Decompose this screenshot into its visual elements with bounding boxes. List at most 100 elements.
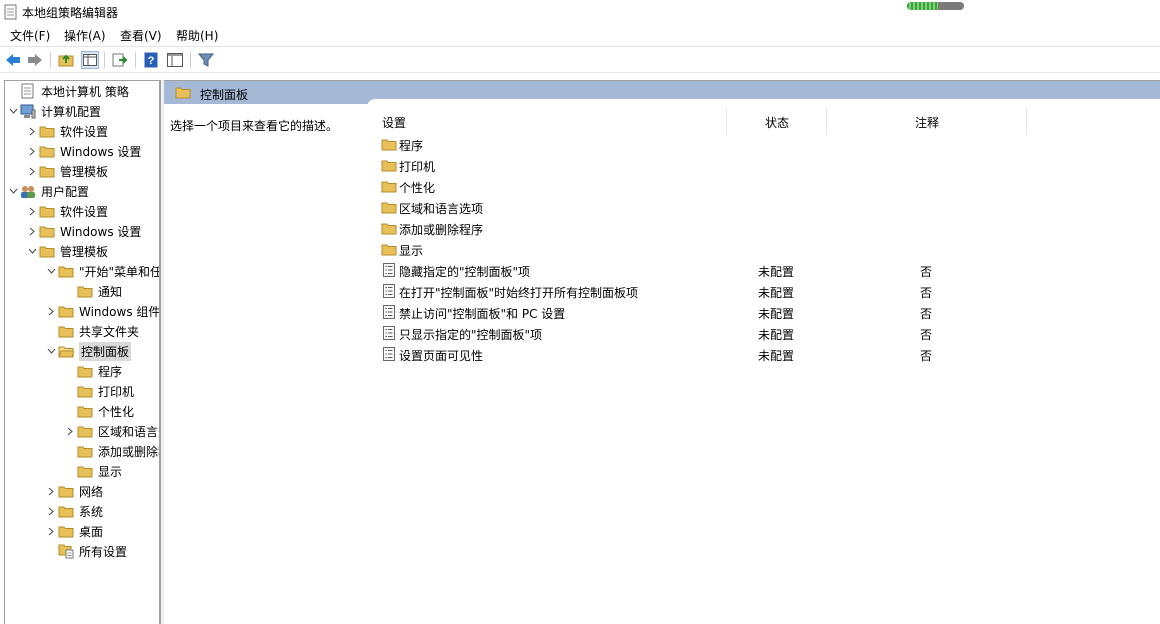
list-item[interactable]: 显示 (380, 239, 1160, 260)
menu-file[interactable]: 文件(F) (10, 27, 50, 44)
tree-item[interactable]: 桌面 (45, 521, 103, 541)
column-header-state[interactable]: 状态 (765, 114, 789, 131)
list-item[interactable]: 程序 (380, 134, 1160, 155)
help-icon[interactable]: ? (142, 51, 160, 69)
list-item-name: 禁止访问"控制面板"和 PC 设置 (399, 307, 566, 321)
tree-item[interactable]: 个性化 (64, 401, 134, 421)
chevron-down-icon[interactable] (26, 241, 38, 261)
description-text: 选择一个项目来查看它的描述。 (170, 119, 339, 133)
list-item-name: 程序 (399, 139, 424, 153)
list-item-name: 设置页面可见性 (399, 349, 484, 363)
chevron-right-icon[interactable] (26, 221, 38, 241)
export-list-icon[interactable] (111, 51, 129, 69)
tree-pane[interactable]: 本地计算机 策略 计算机配置 软件设置 Windows 设置 管理模板 用户配置 软件设置 W… (4, 80, 160, 624)
column-divider[interactable] (726, 109, 727, 135)
tree-item-label: 通知 (98, 284, 123, 299)
folder-icon (76, 423, 94, 439)
tree-item[interactable]: 计算机配置 (7, 101, 101, 121)
chevron-right-icon[interactable] (26, 201, 38, 221)
chevron-right-icon[interactable] (45, 521, 57, 541)
column-header-setting[interactable]: 设置 (382, 114, 406, 131)
list-item[interactable]: 区域和语言选项 (380, 197, 1160, 218)
chevron-right-icon[interactable] (45, 301, 57, 321)
tree-item-label: Windows 设置 (60, 144, 142, 159)
tree-item[interactable]: 本地计算机 策略 (7, 81, 129, 101)
chevron-right-icon[interactable] (26, 121, 38, 141)
tree-item[interactable]: 网络 (45, 481, 103, 501)
up-folder-icon[interactable] (57, 51, 75, 69)
folder-icon (57, 263, 75, 279)
menu-action[interactable]: 操作(A) (64, 27, 106, 44)
tree-item-label: 管理模板 (60, 164, 109, 179)
tree-item[interactable]: Windows 设置 (26, 221, 141, 241)
tree-item[interactable]: 用户配置 (7, 181, 89, 201)
list-item[interactable]: 在打开"控制面板"时始终打开所有控制面板项 未配置 否 (380, 281, 1160, 302)
tree-item[interactable]: 管理模板 (26, 241, 108, 261)
list-item-state: 未配置 (758, 265, 795, 279)
tree-item-label: 管理模板 (60, 244, 109, 259)
tree-item[interactable]: 管理模板 (26, 161, 108, 181)
tree-item[interactable]: 软件设置 (26, 201, 108, 221)
column-divider[interactable] (1026, 109, 1027, 135)
list-item-name: 区域和语言选项 (399, 202, 484, 216)
menu-help[interactable]: 帮助(H) (176, 27, 218, 44)
tree-item[interactable]: Windows 组件 (45, 301, 159, 321)
tree-item[interactable]: 区域和语言选项 (64, 421, 159, 441)
toolbar-separator (104, 52, 105, 68)
chevron-right-icon[interactable] (26, 141, 38, 161)
tree-item[interactable]: 控制面板 (45, 341, 132, 361)
tree-item[interactable]: 显示 (64, 461, 122, 481)
back-icon[interactable] (4, 51, 22, 69)
properties-icon[interactable] (166, 51, 184, 69)
show-hide-tree-icon[interactable] (81, 51, 99, 69)
tree-item-label: 区域和语言选项 (98, 424, 159, 439)
tree-item[interactable]: 通知 (64, 281, 122, 301)
folder-icon (38, 123, 56, 139)
list-item[interactable]: 禁止访问"控制面板"和 PC 设置 未配置 否 (380, 302, 1160, 323)
tree-item-label: 打印机 (98, 384, 135, 399)
tree-item[interactable]: 共享文件夹 (45, 321, 139, 341)
list-item-state: 未配置 (758, 328, 795, 342)
chevron-down-icon[interactable] (7, 101, 19, 121)
chevron-down-icon[interactable] (45, 261, 57, 281)
forward-icon[interactable] (26, 51, 44, 69)
tree-item[interactable]: "开始"菜单和任务栏 (45, 261, 159, 281)
folder-icon (381, 158, 397, 172)
list-item[interactable]: 设置页面可见性 未配置 否 (380, 344, 1160, 365)
chevron-right-icon[interactable] (45, 481, 57, 501)
filter-icon[interactable] (197, 51, 215, 69)
chevron-right-icon[interactable] (26, 161, 38, 181)
chevron-right-icon[interactable] (64, 421, 76, 441)
tree-item[interactable]: 所有设置 (45, 541, 127, 561)
folder-icon (57, 503, 75, 519)
list-item-name: 打印机 (399, 160, 436, 174)
folder-icon (381, 137, 397, 151)
tree-item[interactable]: 打印机 (64, 381, 134, 401)
tree-item[interactable]: 程序 (64, 361, 122, 381)
tree-item-label: 网络 (79, 484, 104, 499)
list-item[interactable]: 打印机 (380, 155, 1160, 176)
tree-item[interactable]: 软件设置 (26, 121, 108, 141)
chevron-down-icon[interactable] (7, 181, 19, 201)
tree-item[interactable]: 添加或删除程序 (64, 441, 159, 461)
menu-view[interactable]: 查看(V) (120, 27, 162, 44)
list-item[interactable]: 添加或删除程序 (380, 218, 1160, 239)
detail-pane: 控制面板 选择一个项目来查看它的描述。 设置 状态 注释 程序 打印机 个性化 区域和… (164, 80, 1160, 624)
list-item[interactable]: 只显示指定的"控制面板"项 未配置 否 (380, 323, 1160, 344)
list-item[interactable]: 隐藏指定的"控制面板"项 未配置 否 (380, 260, 1160, 281)
column-divider[interactable] (826, 109, 827, 135)
chevron-right-icon[interactable] (45, 501, 57, 521)
tree-item[interactable]: Windows 设置 (26, 141, 141, 161)
tree-item[interactable]: 系统 (45, 501, 103, 521)
column-header-note[interactable]: 注释 (915, 114, 939, 131)
policy-icon (19, 83, 37, 99)
folder-icon (76, 403, 94, 419)
policy-editor-icon (4, 4, 18, 20)
policy-setting-icon (381, 347, 397, 361)
policy-setting-icon (381, 305, 397, 319)
list-item[interactable]: 个性化 (380, 176, 1160, 197)
tree-item-label: 系统 (79, 504, 104, 519)
chevron-down-icon[interactable] (45, 341, 57, 361)
